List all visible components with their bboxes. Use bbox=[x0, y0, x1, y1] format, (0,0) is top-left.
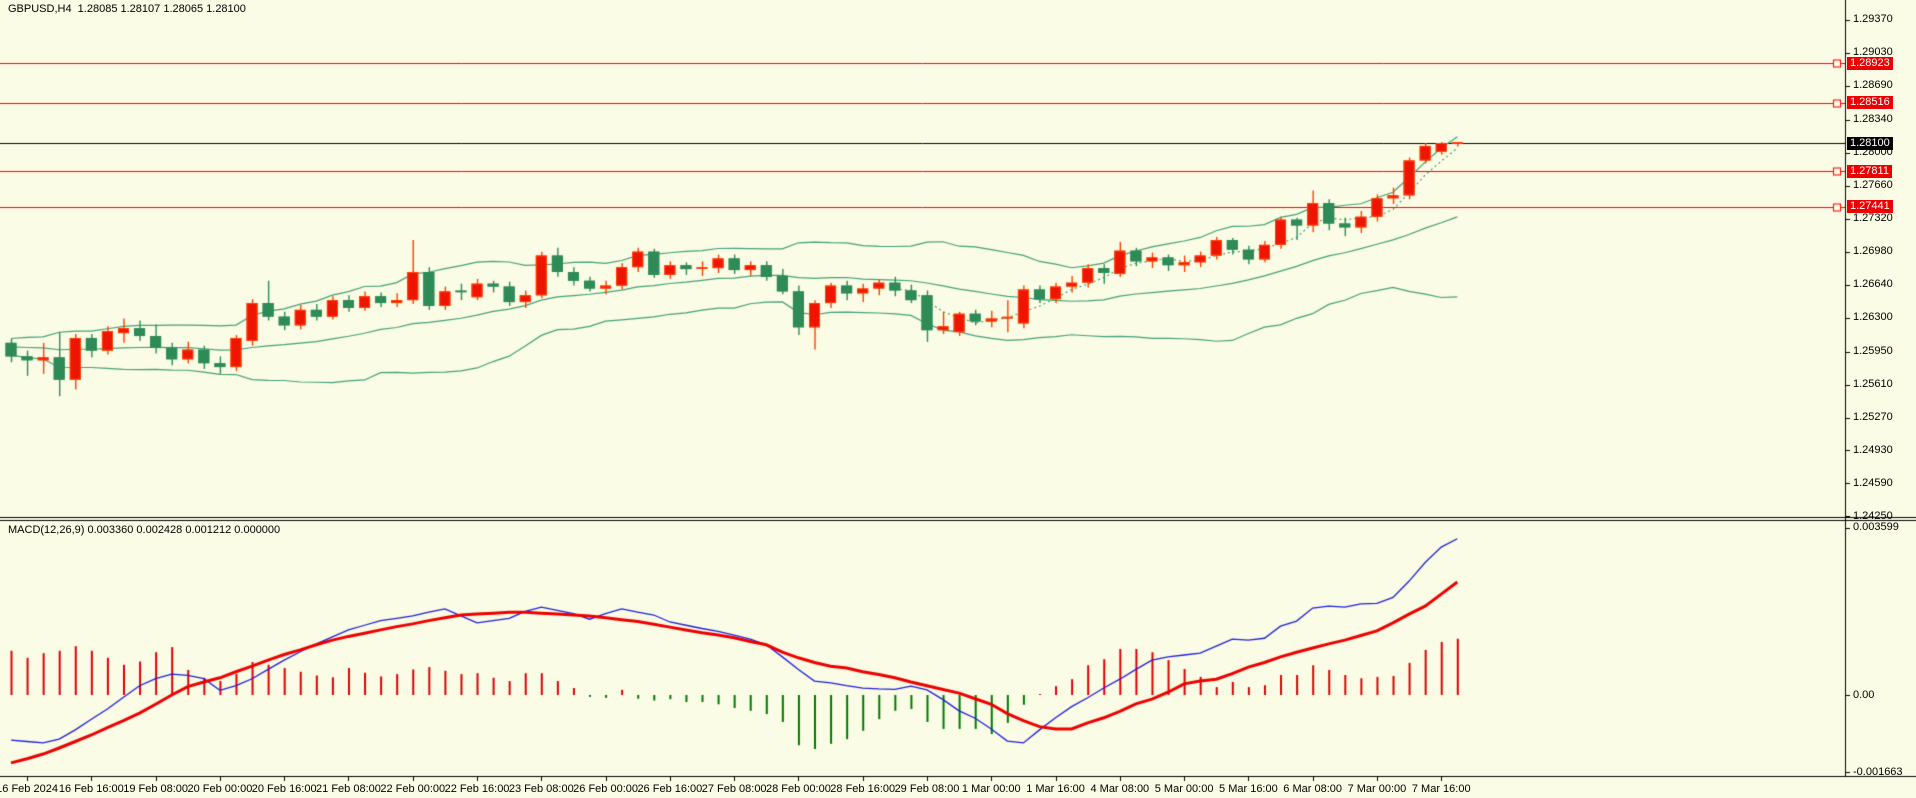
symbol-ohlc-title: GBPUSD,H4 1.28085 1.28107 1.28065 1.2810… bbox=[8, 3, 246, 16]
time-axis-label: 22 Feb 16:00 bbox=[445, 783, 510, 795]
hline-price-tag[interactable]: 1.28516 bbox=[1847, 96, 1893, 109]
time-axis-label: 23 Feb 08:00 bbox=[509, 783, 574, 795]
price-axis-label: 1.26300 bbox=[1853, 311, 1893, 323]
time-axis-label: 7 Mar 16:00 bbox=[1412, 783, 1471, 795]
price-axis-label: 1.29370 bbox=[1853, 13, 1893, 25]
macd-axis-label: 0.003599 bbox=[1853, 521, 1899, 533]
macd-axis-label: 0.00 bbox=[1853, 689, 1874, 701]
trading-chart: GBPUSD,H4 1.28085 1.28107 1.28065 1.2810… bbox=[0, 0, 1916, 798]
hline-price-tag[interactable]: 1.27441 bbox=[1847, 200, 1893, 213]
time-axis-label: 21 Feb 08:00 bbox=[316, 783, 381, 795]
macd-axis-label: -0.001663 bbox=[1853, 766, 1903, 778]
chart-canvas[interactable] bbox=[0, 0, 1916, 798]
current-price-tag[interactable]: 1.28100 bbox=[1847, 137, 1893, 150]
time-axis-label: 6 Mar 08:00 bbox=[1283, 783, 1342, 795]
price-axis-label: 1.26640 bbox=[1853, 278, 1893, 290]
time-axis-label: 16 Feb 16:00 bbox=[59, 783, 124, 795]
price-axis-label: 1.27660 bbox=[1853, 179, 1893, 191]
time-axis-label: 22 Feb 00:00 bbox=[380, 783, 445, 795]
price-axis-label: 1.28690 bbox=[1853, 79, 1893, 91]
time-axis-label: 27 Feb 08:00 bbox=[702, 783, 767, 795]
time-axis-label: 28 Feb 16:00 bbox=[830, 783, 895, 795]
time-axis-label: 26 Feb 16:00 bbox=[637, 783, 702, 795]
time-axis-label: 5 Mar 16:00 bbox=[1219, 783, 1278, 795]
time-axis-label: 29 Feb 08:00 bbox=[895, 783, 960, 795]
macd-indicator-label: MACD(12,26,9) 0.003360 0.002428 0.001212… bbox=[8, 524, 280, 537]
time-axis-label: 4 Mar 08:00 bbox=[1090, 783, 1149, 795]
price-axis-label: 1.25950 bbox=[1853, 345, 1893, 357]
hline-price-tag[interactable]: 1.27811 bbox=[1847, 165, 1892, 178]
price-axis-label: 1.24250 bbox=[1853, 510, 1893, 522]
time-axis-label: 1 Mar 00:00 bbox=[962, 783, 1021, 795]
price-axis-label: 1.26980 bbox=[1853, 245, 1893, 257]
price-axis-label: 1.25610 bbox=[1853, 378, 1893, 390]
price-axis-label: 1.25270 bbox=[1853, 411, 1893, 423]
time-axis-label: 20 Feb 00:00 bbox=[187, 783, 252, 795]
time-axis-label: 16 Feb 2024 bbox=[0, 783, 58, 795]
time-axis-label: 20 Feb 16:00 bbox=[252, 783, 317, 795]
price-axis-label: 1.28340 bbox=[1853, 113, 1893, 125]
time-axis-label: 7 Mar 00:00 bbox=[1348, 783, 1407, 795]
price-axis-label: 1.27320 bbox=[1853, 212, 1893, 224]
time-axis-label: 19 Feb 08:00 bbox=[123, 783, 188, 795]
hline-price-tag[interactable]: 1.28923 bbox=[1847, 57, 1893, 70]
time-axis-label: 26 Feb 00:00 bbox=[573, 783, 638, 795]
price-axis-label: 1.24930 bbox=[1853, 444, 1893, 456]
price-axis-label: 1.24590 bbox=[1853, 477, 1893, 489]
time-axis-label: 1 Mar 16:00 bbox=[1026, 783, 1085, 795]
time-axis-label: 5 Mar 00:00 bbox=[1155, 783, 1214, 795]
time-axis-label: 28 Feb 00:00 bbox=[766, 783, 831, 795]
